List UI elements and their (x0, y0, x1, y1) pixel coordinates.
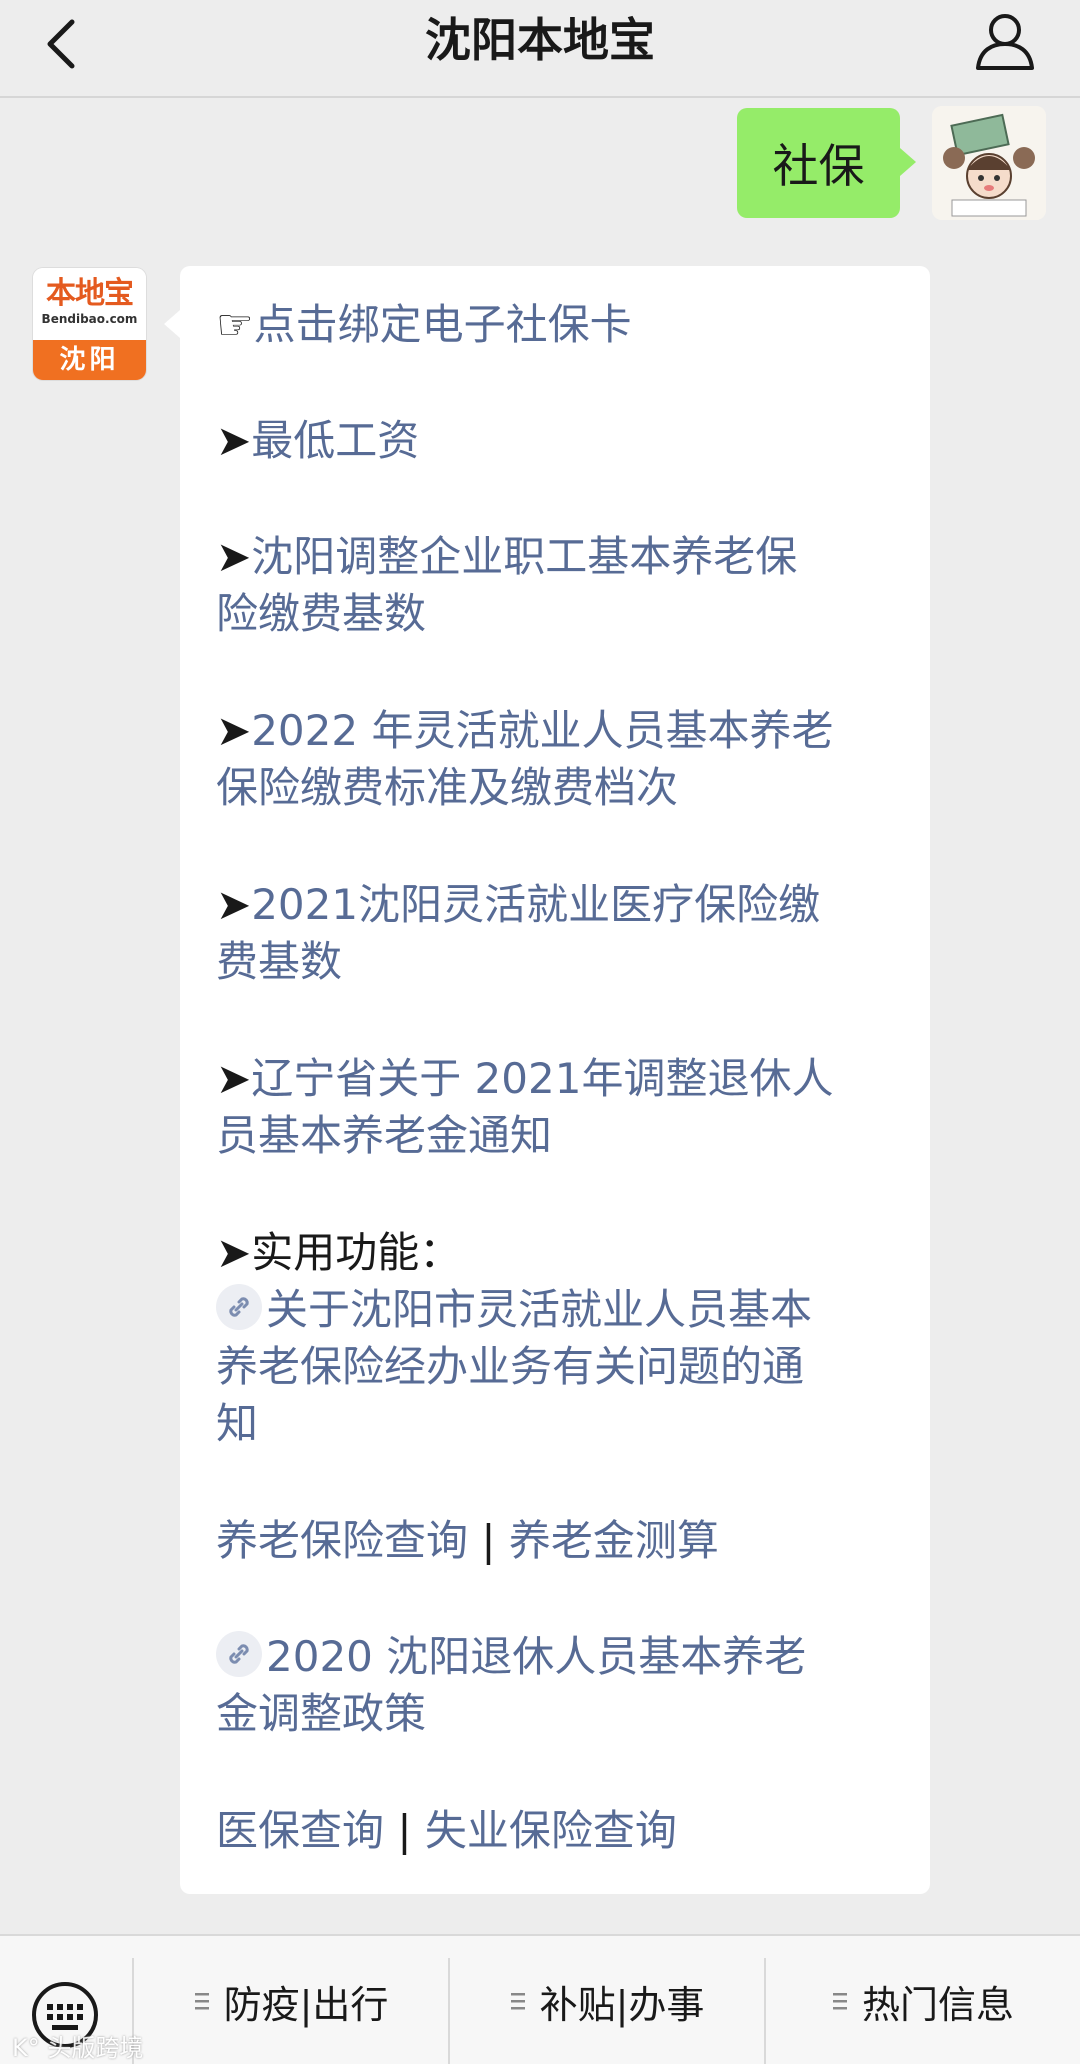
link-text: 关于沈阳市灵活就业人员基本 (266, 1285, 813, 1334)
cartoon-avatar-icon (932, 106, 1046, 220)
link-text: 最低工资 (251, 416, 420, 465)
bot-avatar[interactable]: 本地宝 Bendibao.com 沈阳 (33, 268, 146, 380)
link-flexible-2022-cont[interactable]: 保险缴费标准及缴费档次 (216, 759, 916, 816)
bot-avatar-logo: 本地宝 Bendibao.com (33, 268, 146, 340)
menu-hot-info[interactable]: 热门信息 (766, 1966, 1080, 2036)
user-message-bubble[interactable]: 社保 (737, 108, 916, 218)
link-flexible-employment-notice[interactable]: 关于沈阳市灵活就业人员基本 (216, 1281, 916, 1338)
pension-links-row: 养老保险查询 | 养老金测算 (216, 1512, 916, 1569)
bottom-menu-bar: 防疫|出行 补贴|办事 热门信息 (0, 1934, 1080, 2064)
menu-subsidy-services[interactable]: 补贴|办事 (450, 1966, 764, 2036)
practical-functions-heading: ➤实用功能： (216, 1224, 916, 1281)
mini-program-icon (216, 1631, 262, 1677)
bot-message-bubble: ☞点击绑定电子社保卡 ➤最低工资 ➤沈阳调整企业职工基本养老保 险缴费基数 ➤2… (164, 266, 930, 1894)
top-navigation-bar: 沈阳本地宝 (0, 0, 1080, 98)
user-message-text: 社保 (772, 139, 865, 193)
link-text: 沈阳调整企业职工基本养老保 (251, 532, 798, 581)
link-bind-social-card[interactable]: ☞点击绑定电子社保卡 (216, 296, 916, 353)
link-unemployment-query[interactable]: 失业保险查询 (425, 1806, 677, 1855)
link-medical-2021-cont[interactable]: 费基数 (216, 933, 916, 990)
link-minimum-wage[interactable]: ➤最低工资 (216, 412, 916, 469)
link-medical-2021[interactable]: ➤2021沈阳灵活就业医疗保险缴 (216, 876, 916, 933)
link-adjust-pension-base[interactable]: ➤沈阳调整企业职工基本养老保 (216, 528, 916, 585)
link-flexible-employment-notice-cont[interactable]: 养老保险经办业务有关问题的通 (216, 1338, 916, 1395)
link-medical-query[interactable]: 医保查询 (216, 1806, 384, 1855)
mini-program-icon (216, 1284, 262, 1330)
arrow-bullet-icon: ➤ (216, 880, 252, 929)
watermark-text: K° 头版跨境 (12, 2034, 144, 2062)
link-text: 保险缴费标准及缴费档次 (216, 763, 679, 812)
link-text: 辽宁省关于 2021年调整退休人 (251, 1054, 834, 1103)
link-retirement-policy-2020-cont[interactable]: 金调整政策 (216, 1685, 916, 1742)
link-retirement-2021-cont[interactable]: 员基本养老金通知 (216, 1107, 916, 1164)
link-adjust-pension-base-cont[interactable]: 险缴费基数 (216, 585, 916, 642)
menu-label: 防疫|出行 (223, 1982, 389, 2027)
menu-label: 补贴|办事 (539, 1982, 705, 2027)
link-text: 费基数 (216, 937, 343, 986)
bot-logo-domain: Bendibao.com (41, 312, 138, 326)
arrow-bullet-icon: ➤ (216, 1054, 252, 1103)
link-text: 险缴费基数 (216, 589, 427, 638)
menu-lines-icon (194, 1993, 209, 2010)
menu-label: 热门信息 (861, 1982, 1014, 2027)
link-retirement-policy-2020[interactable]: 2020 沈阳退休人员基本养老 (216, 1628, 916, 1685)
menu-lines-icon (510, 1993, 525, 2010)
arrow-bullet-icon: ➤ (216, 706, 252, 755)
link-text: 养老保险经办业务有关问题的通 (216, 1342, 805, 1391)
arrow-bullet-icon: ➤ (216, 532, 252, 581)
pointing-hand-icon: ☞ (216, 300, 254, 349)
link-text: 2020 沈阳退休人员基本养老 (266, 1632, 807, 1681)
menu-epidemic-travel[interactable]: 防疫|出行 (134, 1966, 448, 2036)
menu-lines-icon (832, 1993, 847, 2010)
bot-logo-text: 本地宝 (46, 276, 134, 311)
arrow-bullet-icon: ➤ (216, 1228, 252, 1277)
separator: | (397, 1806, 412, 1855)
link-flexible-employment-notice-cont2[interactable]: 知 (216, 1395, 916, 1452)
user-avatar[interactable] (932, 106, 1046, 220)
link-flexible-2022[interactable]: ➤2022 年灵活就业人员基本养老 (216, 702, 916, 759)
heading-text: 实用功能： (251, 1228, 462, 1277)
link-text: 点击绑定电子社保卡 (253, 300, 632, 349)
insurance-links-row: 医保查询 | 失业保险查询 (216, 1802, 916, 1859)
link-text: 员基本养老金通知 (216, 1111, 553, 1160)
separator: | (481, 1516, 496, 1565)
person-icon[interactable] (974, 10, 1036, 72)
link-text: 2022 年灵活就业人员基本养老 (251, 706, 834, 755)
link-text: 知 (216, 1399, 259, 1448)
page-title: 沈阳本地宝 (425, 13, 655, 67)
arrow-bullet-icon: ➤ (216, 416, 252, 465)
link-text: 2021沈阳灵活就业医疗保险缴 (251, 880, 821, 929)
link-pension-query[interactable]: 养老保险查询 (216, 1516, 468, 1565)
bot-avatar-city: 沈阳 (33, 340, 146, 380)
link-pension-calculator[interactable]: 养老金测算 (509, 1516, 719, 1565)
link-text: 金调整政策 (216, 1689, 427, 1738)
link-retirement-2021[interactable]: ➤辽宁省关于 2021年调整退休人 (216, 1050, 916, 1107)
